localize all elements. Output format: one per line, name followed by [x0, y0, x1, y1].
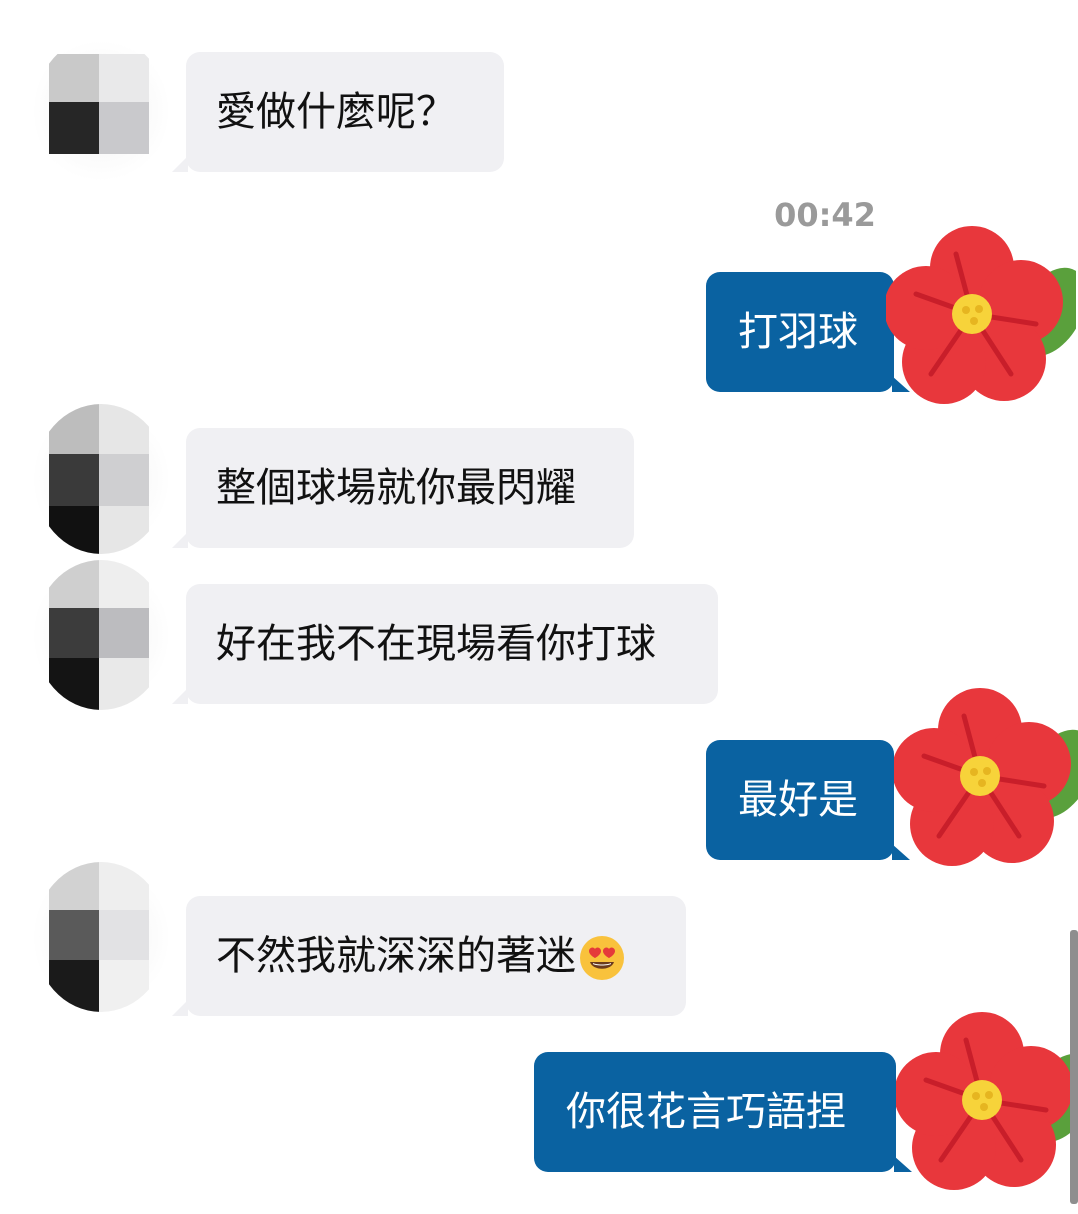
flower-avatar-icon[interactable]: [894, 686, 1078, 876]
incoming-message[interactable]: 愛做什麼呢？: [172, 52, 504, 172]
message-text: 不然我就深深的著迷: [216, 933, 576, 979]
contact-avatar[interactable]: [34, 36, 168, 186]
flower-avatar-icon[interactable]: [886, 224, 1076, 414]
incoming-message[interactable]: 好在我不在現場看你打球: [172, 584, 718, 704]
message-text: 最好是: [738, 777, 858, 823]
scrollbar[interactable]: [1070, 930, 1078, 1204]
heart-eyes-emoji-icon: [580, 936, 624, 980]
contact-avatar[interactable]: [34, 862, 168, 1012]
message-text: 整個球場就你最閃耀: [216, 465, 576, 511]
incoming-message[interactable]: 整個球場就你最閃耀: [172, 428, 634, 548]
contact-avatar[interactable]: [34, 560, 168, 710]
outgoing-message[interactable]: 最好是: [706, 740, 910, 860]
message-text: 好在我不在現場看你打球: [216, 621, 656, 667]
outgoing-message[interactable]: 打羽球: [706, 272, 910, 392]
flower-avatar-icon[interactable]: [896, 1010, 1078, 1200]
message-text: 打羽球: [738, 309, 858, 355]
message-text: 愛做什麼呢？: [216, 89, 456, 135]
contact-avatar[interactable]: [34, 404, 168, 554]
outgoing-message[interactable]: 你很花言巧語捏: [534, 1052, 912, 1172]
incoming-message[interactable]: 不然我就深深的著迷: [172, 896, 686, 1016]
message-timestamp: 00:42: [774, 196, 876, 234]
message-text: 你很花言巧語捏: [566, 1089, 846, 1135]
